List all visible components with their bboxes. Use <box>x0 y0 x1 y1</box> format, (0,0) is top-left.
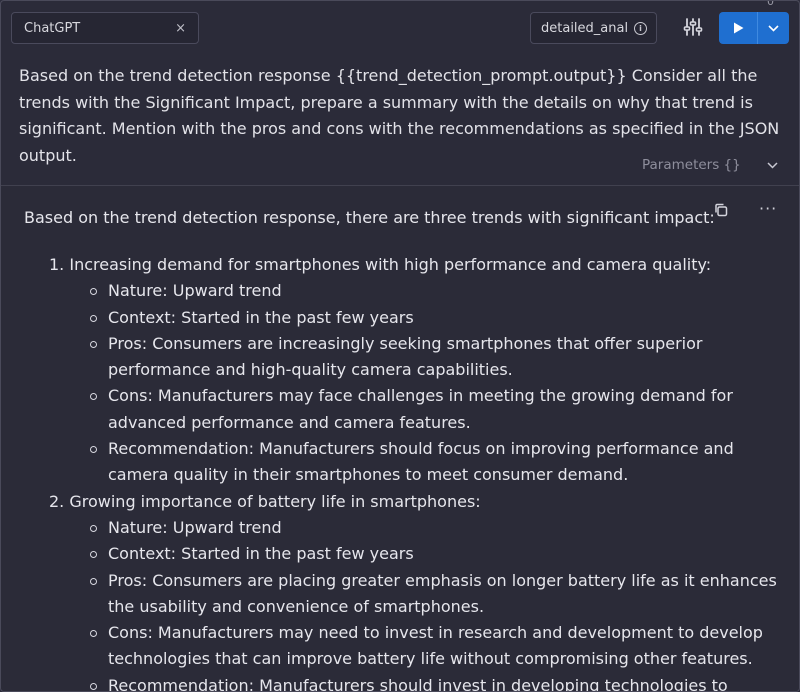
model-tab-label: ChatGPT <box>24 20 81 36</box>
info-icon[interactable]: i <box>634 21 647 35</box>
response-intro: Based on the trend detection response, t… <box>24 208 715 227</box>
prompt-text[interactable]: Based on the trend detection response {{… <box>19 63 789 169</box>
trend-bullet: Context: Started in the past few years <box>49 541 779 567</box>
run-button[interactable] <box>719 12 757 44</box>
parameters-label: Parameters {} <box>642 157 741 173</box>
trend-bullet: Cons: Manufacturers may face challenges … <box>49 383 779 436</box>
prompt-select[interactable]: detailed_analysis i <box>530 12 657 44</box>
more-icon[interactable]: ··· <box>759 199 777 218</box>
trend-bullet: Nature: Upward trend <box>49 515 779 541</box>
trend-bullet: Recommendation: Manufacturers should inv… <box>49 673 779 691</box>
chevron-down-icon <box>768 24 779 32</box>
copy-icon[interactable] <box>714 203 728 217</box>
run-button-group <box>719 12 789 44</box>
trend-list: 1. Increasing demand for smartphones wit… <box>49 252 779 691</box>
sliders-icon[interactable] <box>683 17 703 37</box>
corner-counter: 0 <box>767 0 774 8</box>
trend-bullet: Cons: Manufacturers may need to invest i… <box>49 620 779 673</box>
trend-item: 1. Increasing demand for smartphones wit… <box>49 252 779 489</box>
model-tab[interactable]: ChatGPT × <box>11 12 199 44</box>
play-icon <box>733 22 743 34</box>
trend-bullet: Context: Started in the past few years <box>49 305 779 331</box>
trend-item: 2. Growing importance of battery life in… <box>49 489 779 691</box>
app-window: ChatGPT × detailed_analysis i <box>0 0 800 692</box>
chevron-down-icon <box>767 161 778 169</box>
close-icon[interactable]: × <box>175 21 186 36</box>
trend-title: 2. Growing importance of battery life in… <box>49 491 481 511</box>
trend-bullet: Pros: Consumers are placing greater emph… <box>49 568 779 621</box>
trend-bullet: Nature: Upward trend <box>49 278 779 304</box>
trend-bullet: Recommendation: Manufacturers should foc… <box>49 436 779 489</box>
run-options-button[interactable] <box>758 12 789 44</box>
toolbar: ChatGPT × detailed_analysis i <box>1 0 799 55</box>
prompt-select-value: detailed_analysis <box>541 20 628 36</box>
parameters-toggle[interactable]: Parameters {} <box>642 157 778 173</box>
trend-bullet: Pros: Consumers are increasingly seeking… <box>49 331 779 384</box>
trend-title: 1. Increasing demand for smartphones wit… <box>49 255 712 274</box>
